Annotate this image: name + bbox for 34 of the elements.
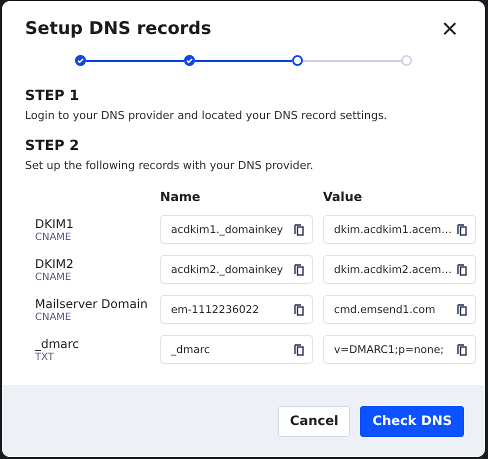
name-field[interactable]: acdkim2._domainkey — [160, 255, 313, 284]
copy-icon[interactable] — [294, 344, 304, 356]
record-label: DKIM1 — [35, 216, 75, 230]
value-field[interactable]: dkim.acdkim2.acem… — [323, 255, 476, 284]
record-label: _dmarc — [35, 336, 80, 350]
record-type: TXT — [35, 352, 55, 362]
copy-icon[interactable] — [457, 344, 467, 356]
step-heading: STEP 2 — [25, 138, 80, 154]
check-dns-button[interactable]: Check DNS — [360, 406, 464, 436]
record-label: DKIM2 — [35, 256, 75, 270]
dialog-title: Setup DNS records — [25, 19, 212, 39]
cancel-button[interactable]: Cancel — [278, 406, 350, 436]
copy-icon[interactable] — [457, 224, 467, 236]
record-type: CNAME — [35, 272, 72, 282]
close-button[interactable]: × — [438, 17, 462, 41]
column-header: Name — [160, 189, 202, 204]
step-description: Set up the following records with your DNS provider. — [25, 159, 314, 172]
copy-icon[interactable] — [457, 304, 467, 316]
name-field[interactable]: acdkim1._domainkey — [160, 215, 313, 244]
column-header: Value — [323, 189, 364, 204]
value-field[interactable]: v=DMARC1;p=none; — [323, 335, 476, 364]
copy-icon[interactable] — [294, 264, 304, 276]
step-description: Login to your DNS provider and located your DNS record settings. — [25, 109, 388, 122]
record-label: Mailserver Domain — [35, 296, 149, 310]
copy-icon[interactable] — [294, 304, 304, 316]
copy-icon[interactable] — [457, 264, 467, 276]
record-type: CNAME — [35, 312, 72, 322]
name-field[interactable]: em-1112236022 — [160, 295, 313, 324]
name-field[interactable]: _dmarc — [160, 335, 313, 364]
value-field[interactable]: cmd.emsend1.com — [323, 295, 476, 324]
step-heading: STEP 1 — [25, 88, 80, 104]
copy-icon[interactable] — [294, 224, 304, 236]
value-field[interactable]: dkim.acdkim1.acem… — [323, 215, 476, 244]
record-type: CNAME — [35, 232, 72, 242]
